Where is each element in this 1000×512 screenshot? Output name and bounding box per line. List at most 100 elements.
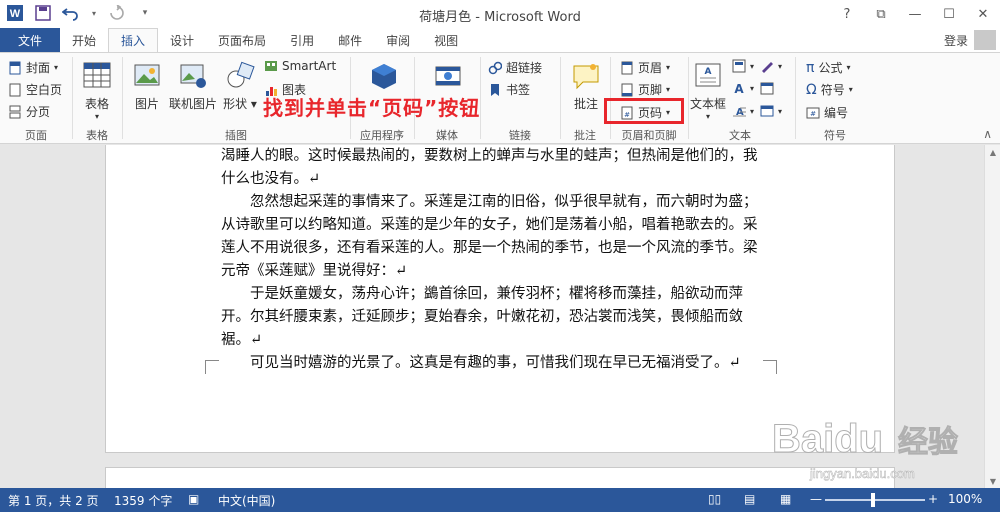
svg-text:W: W [10, 8, 21, 20]
word-logo-icon: W [6, 4, 24, 22]
symbol-button[interactable]: Ω 符号 ▾ [806, 81, 853, 98]
scroll-down-icon[interactable]: ▼ [985, 474, 1000, 488]
quick-parts-button[interactable]: ▾ [732, 59, 754, 73]
scroll-up-icon[interactable]: ▲ [985, 145, 1000, 159]
tab-list: 开始 插入 设计 页面布局 引用 邮件 审阅 视图 [60, 28, 470, 52]
smartart-label: SmartArt [282, 59, 337, 73]
tab-insert[interactable]: 插入 [108, 28, 159, 52]
comment-label: 批注 [573, 97, 598, 111]
zoom-level[interactable]: 100% [948, 492, 982, 506]
picture-label: 图片 [134, 97, 159, 111]
maximize-button[interactable]: ☐ [932, 0, 966, 28]
symbol-label: 符号 [820, 83, 845, 97]
object-button[interactable]: ▾ [760, 104, 782, 118]
comment-button[interactable]: 批注 [568, 61, 604, 112]
numbering-label: 编号 [824, 106, 849, 120]
next-page [105, 467, 895, 488]
word-count[interactable]: 1359 个字 [114, 492, 172, 509]
hyperlink-button[interactable]: 超链接 [488, 59, 542, 76]
date-time-button[interactable] [760, 81, 774, 95]
bookmark-label: 书签 [506, 83, 531, 97]
vertical-scrollbar[interactable]: ▲ ▼ [984, 145, 1000, 488]
close-button[interactable]: ✕ [966, 0, 1000, 28]
language-indicator[interactable]: 中文(中国) [218, 492, 275, 509]
wordart-icon: A [734, 82, 744, 95]
minimize-button[interactable]: — [898, 0, 932, 28]
drop-cap-button[interactable]: A ▾ [732, 104, 754, 118]
document-body[interactable]: 渴睡人的眼。这时候最热闹的，要数树上的蝉声与水里的蛙声；但热闹是他们的，我什么也… [221, 145, 766, 375]
save-icon[interactable] [34, 4, 52, 22]
paragraph: 可见当时嬉游的光景了。这真是有趣的事，可惜我们现在早已无福消受了。↵ [250, 355, 741, 371]
quick-parts-icon [732, 59, 746, 73]
table-button[interactable]: 表格 ▾ [80, 61, 114, 121]
signature-icon [762, 62, 773, 73]
group-label-text: 文本 [729, 129, 751, 142]
zoom-out-button[interactable]: — [810, 492, 822, 506]
ribbon-tabs: 文件 开始 插入 设计 页面布局 引用 邮件 审阅 视图 登录 [0, 28, 1000, 52]
undo-icon[interactable] [62, 4, 80, 22]
equation-button[interactable]: π 公式 ▾ [806, 59, 850, 76]
tab-layout[interactable]: 页面布局 [206, 28, 278, 52]
proofing-icon[interactable]: ▣ [188, 492, 199, 506]
tab-view[interactable]: 视图 [422, 28, 470, 52]
customize-qat-icon[interactable]: ▾ [136, 4, 154, 22]
redo-icon[interactable] [108, 4, 126, 22]
smartart-icon [265, 61, 277, 71]
object-icon [760, 105, 774, 117]
zoom-slider-thumb[interactable] [871, 493, 875, 507]
numbering-button[interactable]: # 编号 [806, 104, 848, 121]
title-bar: W ▾ ▾ 荷塘月色 - Microsoft Word ? ⧉ — ☐ ✕ [0, 0, 1000, 28]
drop-cap-icon: A [733, 107, 746, 118]
online-video-button[interactable] [430, 61, 466, 95]
zoom-slider[interactable] [825, 499, 925, 501]
tab-file[interactable]: 文件 [0, 28, 60, 52]
textbox-button[interactable]: A 文本框 ▾ [690, 61, 726, 121]
page-count[interactable]: 第 1 页，共 2 页 [8, 492, 99, 509]
header-icon [621, 61, 633, 74]
login-link[interactable]: 登录 [944, 32, 968, 49]
paragraph: 渴睡人的眼。这时候最热闹的，要数树上的蝉声与水里的蛙声；但热闹是他们的，我什么也… [221, 148, 758, 187]
page-break-icon [9, 105, 21, 118]
wordart-button[interactable]: A ▾ [732, 81, 754, 95]
svg-text:#: # [810, 110, 816, 118]
ribbon-display-button[interactable]: ⧉ [864, 0, 898, 28]
shapes-icon [227, 61, 255, 88]
zoom-in-button[interactable]: + [928, 492, 938, 506]
footer-button[interactable]: 页脚 ▾ [620, 81, 670, 98]
group-label-links: 链接 [509, 129, 531, 142]
blank-page-button[interactable]: 空白页 [8, 81, 62, 98]
group-label-media: 媒体 [436, 129, 458, 142]
signature-line-button[interactable]: ▾ [760, 59, 782, 73]
bookmark-button[interactable]: 书签 [488, 81, 530, 98]
picture-button[interactable]: 图片 [130, 61, 164, 112]
tab-review[interactable]: 审阅 [374, 28, 422, 52]
chevron-down-icon: ▾ [848, 85, 853, 94]
web-layout-icon[interactable]: ▦ [780, 492, 791, 506]
apps-button[interactable] [366, 61, 402, 95]
cover-page-button[interactable]: 封面 ▾ [8, 59, 58, 76]
hyperlink-label: 超链接 [506, 61, 543, 75]
print-layout-icon[interactable]: ▤ [744, 492, 755, 506]
help-button[interactable]: ? [830, 0, 864, 28]
collapse-ribbon-icon[interactable]: ∧ [983, 127, 992, 141]
group-label-pages: 页面 [25, 129, 47, 142]
video-icon [435, 66, 461, 86]
online-picture-button[interactable]: 联机图片 [168, 61, 218, 112]
smartart-button[interactable]: SmartArt [264, 59, 336, 73]
page-break-button[interactable]: 分页 [8, 103, 50, 120]
tab-mailings[interactable]: 邮件 [326, 28, 374, 52]
tab-home[interactable]: 开始 [60, 28, 108, 52]
undo-dropdown-icon[interactable]: ▾ [90, 4, 98, 22]
status-bar: 第 1 页，共 2 页 1359 个字 ▣ 中文(中国) ▯▯ ▤ ▦ — + … [0, 488, 1000, 512]
read-mode-icon[interactable]: ▯▯ [708, 492, 721, 506]
shapes-button[interactable]: 形状 ▾ [222, 61, 258, 112]
chevron-down-icon: ▾ [750, 106, 755, 116]
header-label: 页眉 [638, 61, 663, 75]
avatar[interactable] [974, 30, 996, 50]
group-label-symbols: 符号 [824, 129, 846, 142]
tab-design[interactable]: 设计 [158, 28, 206, 52]
header-button[interactable]: 页眉 ▾ [620, 59, 670, 76]
ribbon: 封面 ▾ 空白页 分页 页面 表格 ▾ 表格 图片 联机图片 形状 ▾ Smart… [0, 52, 1000, 144]
office-store-icon [372, 64, 396, 89]
tab-references[interactable]: 引用 [278, 28, 326, 52]
